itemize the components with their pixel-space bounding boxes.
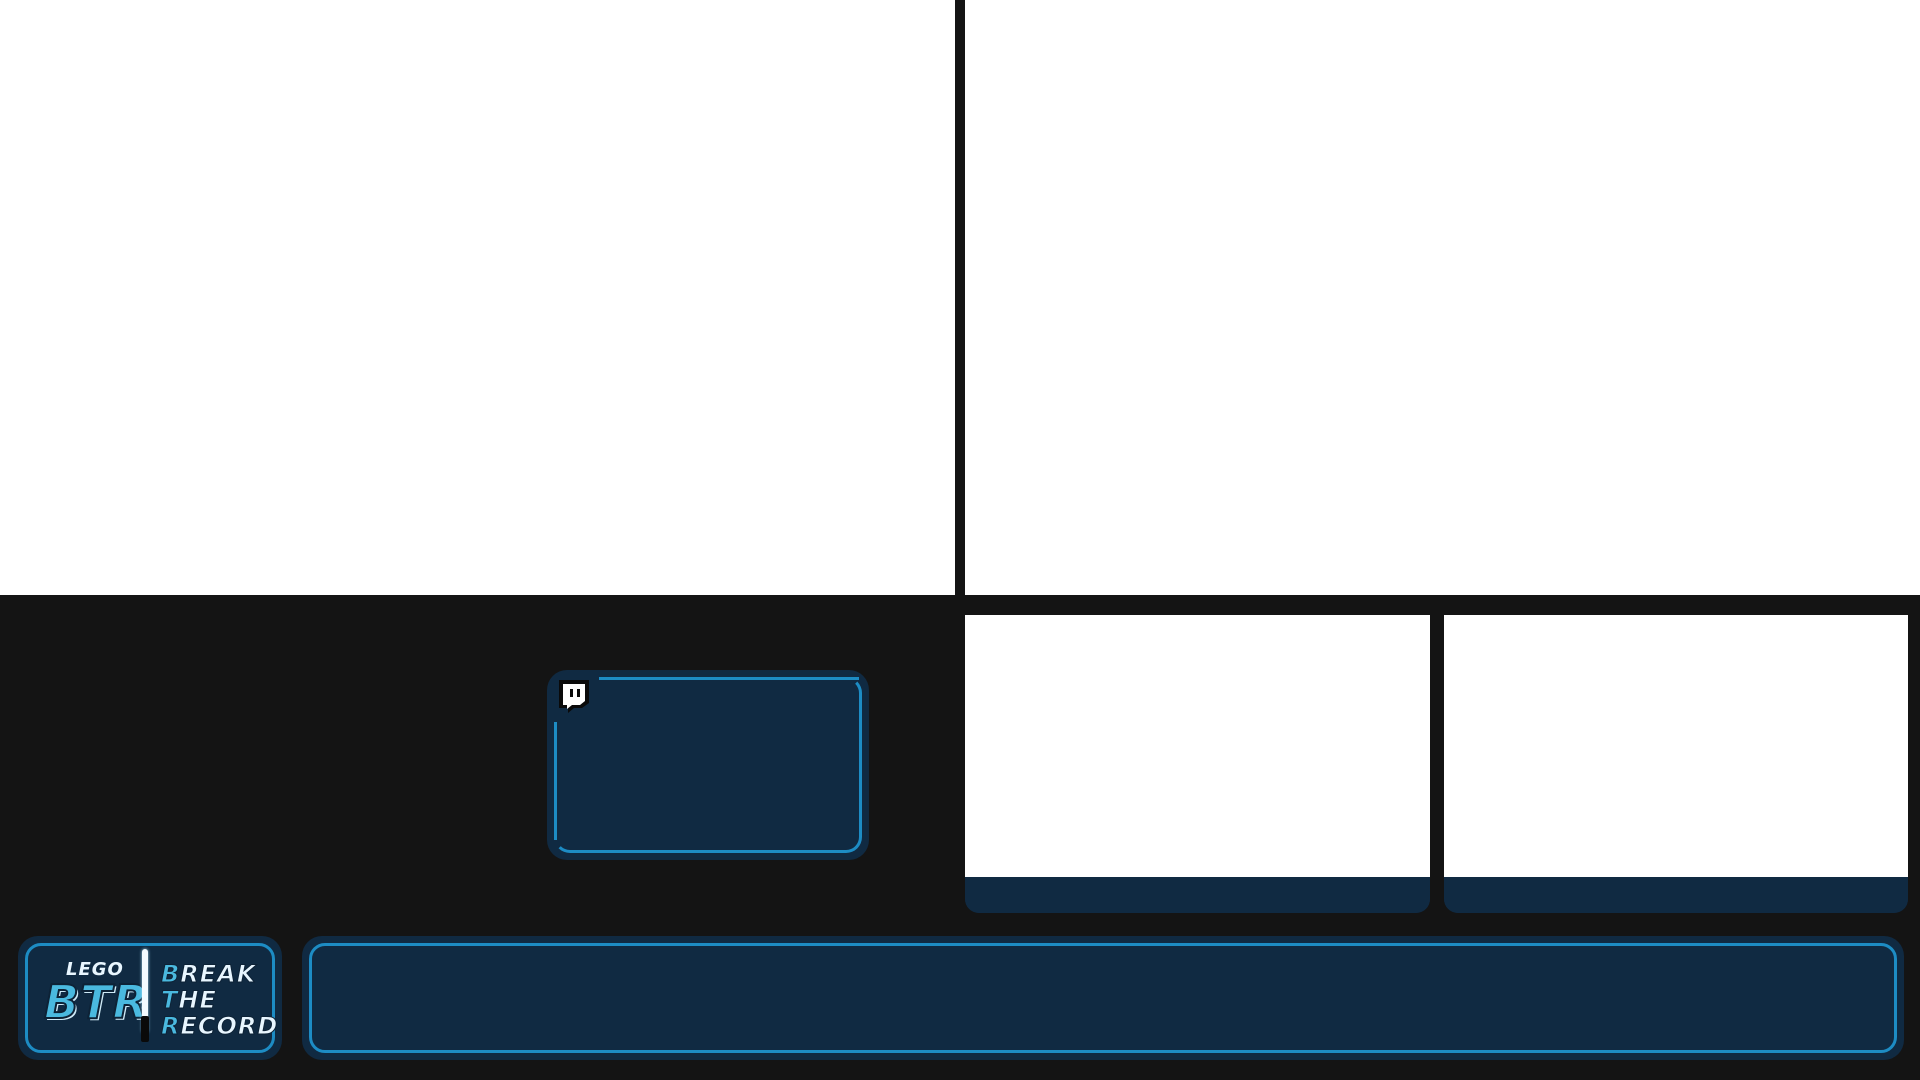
webcam-slot-2 — [1444, 615, 1908, 913]
webcam-view-2 — [1444, 615, 1908, 877]
twitch-icon — [559, 680, 589, 713]
webcam-slot-1 — [965, 615, 1430, 913]
lightsaber-hilt — [141, 1016, 149, 1042]
chat-panel-edge-left — [554, 722, 557, 840]
webcam-nameplate-1 — [965, 877, 1430, 913]
logo-word-break: BREAK — [160, 960, 257, 988]
chat-panel-edge-top — [599, 677, 859, 680]
chat-panel — [547, 670, 869, 860]
ticker-panel-frame — [309, 943, 1897, 1053]
logo-word-the: THE — [160, 986, 217, 1014]
webcam-nameplate-2 — [1444, 877, 1908, 913]
webcam-view-1 — [965, 615, 1430, 877]
game-capture-left — [0, 0, 955, 595]
chat-panel-frame — [554, 677, 862, 853]
logo-word-record: RECORD — [160, 1012, 279, 1040]
logo-acronym: BTR — [43, 975, 149, 1029]
game-capture-right — [965, 0, 1920, 595]
stream-overlay: LEGO BTR BREAK THE RECORD — [0, 0, 1920, 1080]
btr-logo: LEGO BTR BREAK THE RECORD — [18, 936, 282, 1060]
ticker-panel — [302, 936, 1904, 1060]
